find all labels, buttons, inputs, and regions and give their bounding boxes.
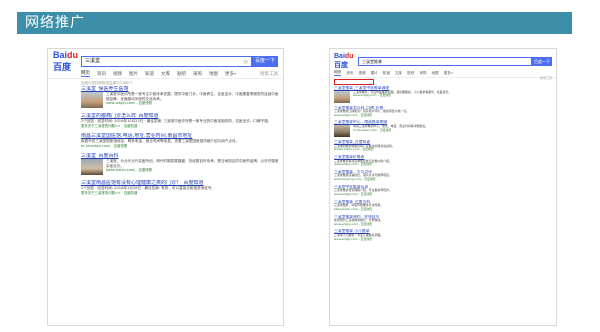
result-url[interactable]: 更多关于三溪堂的问题>> · 百度知道 [81,191,279,196]
result-thumbnail[interactable] [334,125,350,138]
result-thumbnail[interactable] [81,92,103,108]
result-desc: 三溪堂中医诊所是一家专注中医传承发展，提供中医门诊、中医养生、名医坐诊、中医康复… [106,92,279,101]
list-item: 三溪堂推拿_三溪堂中医推拿调理 三溪堂推拿，专业中医推拿调理，颈肩腰腿痛、小儿推… [334,86,550,103]
result-url[interactable]: baike.baidu.com/ - 百度快照 [106,168,279,173]
tab-zhidao[interactable]: 知道 [383,71,390,76]
tab-more[interactable]: 更多» [444,71,453,76]
list-item: 三溪堂推拿中心 - 南昌推拿按摩 南昌三溪堂推拿中心，地址、电话、营业时间等详细… [334,120,550,138]
list-item: 三溪堂推拿 - 大众点评 三溪堂推拿店铺信息，用户点评与推荐项目。 www.di… [334,170,550,182]
result-url[interactable]: baike.baidu.com/ - 百度快照 [334,207,550,212]
highlight-box [334,79,374,85]
search-header: Baidu百度 三溪堂 ◎ 百度一下 [48,49,283,72]
result-url[interactable]: m.3ansdian.com/ - 百度快照 [81,144,279,149]
tab-video[interactable]: 视频 [113,71,122,77]
list-item: 三溪堂推拿 小儿推拿 三溪堂小儿推拿，专业儿童推拿调理。 www.sxtgzy.… [334,229,550,241]
tab-map[interactable]: 地图 [209,71,218,77]
list-item: 三溪堂推拿_百度知道 三溪堂的推拿效果好吗？有做过的朋友说说吗。 zhidao.… [334,140,550,152]
tab-more[interactable]: 更多» [225,71,237,77]
result-url[interactable]: 更多关于三溪堂的问题>> · 百度知道 [81,124,279,129]
tab-wenku[interactable]: 文库 [161,71,170,77]
tab-purchase[interactable]: 采购 [193,71,202,77]
result-url[interactable]: www.sxtgzy.com/ - 百度快照 [334,113,550,118]
result-url[interactable]: www.sxtgzy.com/ - 百度快照 [334,222,550,227]
tab-web[interactable]: 网页 [334,70,342,76]
search-header: Baidu百度 三溪堂推拿 百度一下 [330,49,556,69]
result-url[interactable]: www.sxtgzy.com/ - 百度快照 [353,94,451,98]
list-item: 三溪堂南昌医馆有没有心理健康之类的门诊？_百度知道 2个回答 · 回答时间: 2… [81,180,279,195]
result-thumbnail[interactable] [334,90,350,103]
search-button[interactable]: 百度一下 [532,56,552,66]
result-count: 百度为您找到相关结果约3,860个 [81,81,134,85]
list-item: 三溪堂推拿预约 - 在线挂号 在线预约三溪堂推拿服务，方便快捷。 www.sxt… [334,215,550,227]
tab-news[interactable]: 资讯 [97,71,106,77]
tab-purchase[interactable]: 采购 [419,71,426,76]
result-url[interactable]: www.sxtgzy.com/ - 百度快照 [106,101,279,106]
result-url[interactable]: www.sxtgzy.com/ - 百度快照 [334,237,550,242]
results-list: 三溪堂推拿_三溪堂中医推拿调理 三溪堂推拿，专业中医推拿调理，颈肩腰腿痛、小儿推… [330,78,556,241]
result-desc: 2个回答 · 回答时间: 2016年10月23日 · 最佳答案: 三溪堂中医诊所… [81,119,272,123]
list-item: 三溪堂_保医养生医馆 三溪堂中医诊所是一家专注中医传承发展，提供中医门诊、中医养… [81,86,279,108]
search-tools-link[interactable]: 搜索工具 [260,71,278,77]
tab-web[interactable]: 网页 [81,70,90,77]
list-item: 三溪堂中医推拿培训 三溪堂推拿培训课程介绍，专业推拿师培养。 www.sxtgz… [334,185,550,197]
search-input[interactable]: 三溪堂推拿 [358,56,532,66]
search-tools-link[interactable]: 搜索工具 [540,76,552,80]
tab-map[interactable]: 地图 [432,71,439,76]
search-button[interactable]: 百度一下 [252,55,278,67]
tab-tieba[interactable]: 贴吧 [177,71,186,77]
list-item: 三溪堂的腹痛门诊怎么样_百度知道 2个回答 · 回答时间: 2016年10月23… [81,113,279,128]
search-panel-left: Baidu百度 三溪堂 ◎ 百度一下 网页 资讯 视频 图片 知道 文库 贴吧 采… [47,48,284,326]
baidu-logo[interactable]: Baidu百度 [334,53,358,70]
tab-images[interactable]: 图片 [371,71,378,76]
list-item: 三溪堂推拿_百度百科 三溪堂推拿，中医传统推拿手法传承。 baike.baidu… [334,200,550,212]
list-item: 三溪堂_百度百科 三溪堂，为元代元代名医所创，明代时期发展鼎盛，历经数百年传承，… [81,153,279,176]
result-url[interactable]: zhidao.baidu.com/ - 百度快照 [334,148,550,152]
result-thumbnail[interactable] [81,159,103,176]
list-item: 三溪堂推拿怎么样_口碑_价格 三溪堂推拿口碑如何？真实用户评价，推拿项目价格一览… [334,106,550,118]
search-input[interactable]: 三溪堂 ◎ [81,55,252,67]
search-tabs: 网页 资讯 视频 图片 知道 文库 贴吧 采购 地图 更多» 搜索工具 [48,69,283,79]
result-url[interactable]: www.dianping.com/ - 百度快照 [334,178,550,182]
search-tabs: 网页 资讯 视频 图片 知道 文库 贴吧 采购 地图 更多» [330,69,556,78]
result-url[interactable]: m.3ansdian.com/ - 百度快照 [353,128,428,133]
result-url[interactable]: www.sxtgzy.com/ - 百度快照 [334,163,550,167]
result-desc: 三溪堂，为元代元代名医所创，明代时期发展鼎盛，历经数百年传承，是当地知名的中医药… [106,159,279,168]
list-item: 三溪堂推拿价格表 三溪堂推拿各项目收费标准与套餐价格介绍。 www.sxtgzy… [334,155,550,167]
tab-video[interactable]: 视频 [358,71,365,76]
camera-icon[interactable]: ◎ [244,58,248,67]
slide-title: 网络推广 [17,12,572,34]
result-url[interactable]: www.sxtgzy.com/ - 百度快照 [334,192,550,197]
list-item: 南昌三溪堂国医馆,电话,地址,营业时间,南昌市地址 南昌市的三溪堂国医馆地址、联… [81,133,279,148]
tab-wenku[interactable]: 文库 [395,71,402,76]
baidu-logo[interactable]: Baidu百度 [53,50,81,73]
search-panel-right: Baidu百度 三溪堂推拿 百度一下 网页 资讯 视频 图片 知道 文库 贴吧 … [329,48,557,326]
tab-zhidao[interactable]: 知道 [145,71,154,77]
tab-news[interactable]: 资讯 [346,71,353,76]
tab-tieba[interactable]: 贴吧 [407,71,414,76]
results-list: 三溪堂_保医养生医馆 三溪堂中医诊所是一家专注中医传承发展，提供中医门诊、中医养… [48,86,283,195]
tab-images[interactable]: 图片 [129,71,138,77]
